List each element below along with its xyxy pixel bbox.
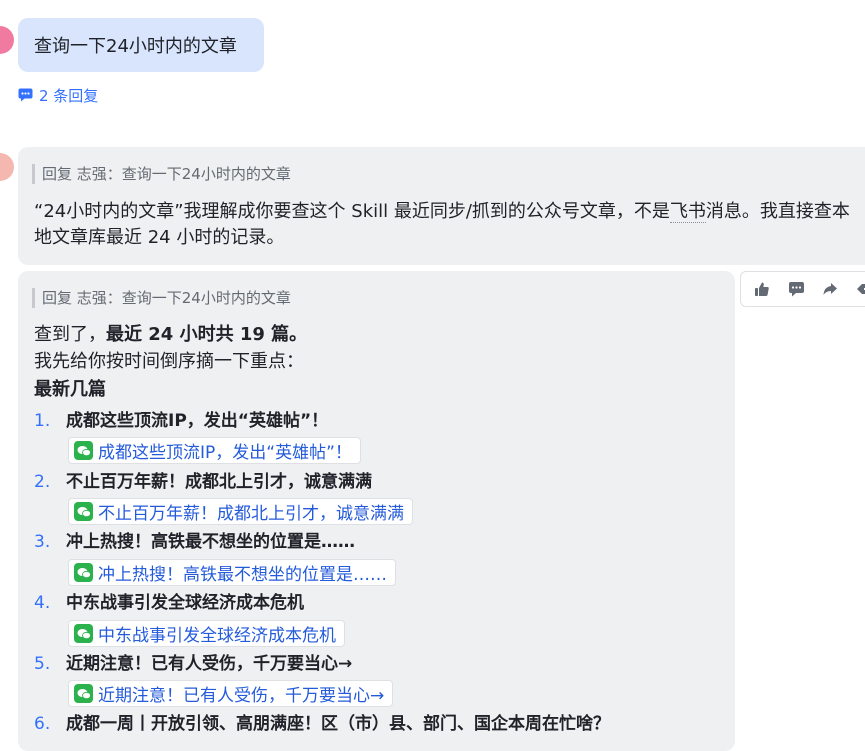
list-number: 2. xyxy=(34,472,51,492)
article-title: 中东战事引发全球经济成本危机 xyxy=(66,593,304,613)
list-number: 3. xyxy=(34,532,51,552)
intro-text: 我先给你按时间倒序摘一下重点： xyxy=(34,351,304,372)
article-link-text: 成都这些顶流IP，发出“英雄帖”！ xyxy=(98,443,352,463)
more-icon[interactable] xyxy=(849,275,865,303)
article-title: 不止百万年薪！成都北上引才，诚意满满 xyxy=(66,472,372,492)
article-link[interactable]: 冲上热搜！高铁最不想坐的位置是…… xyxy=(68,559,396,586)
thread-reply-count-link[interactable]: 2 条回复 xyxy=(18,85,98,105)
found-prefix: 查到了， xyxy=(34,324,106,345)
message-action-toolbar xyxy=(740,271,865,307)
bot-message-2: 回复 志强：查询一下24小时内的文章 查到了，最近 24 小时共 19 篇。 我… xyxy=(18,271,735,751)
bot-message-1: 回复 志强：查询一下24小时内的文章 “24小时内的文章”我理解成你要查这个 S… xyxy=(18,147,865,265)
reply-quote[interactable]: 回复 志强：查询一下24小时内的文章 xyxy=(32,164,291,184)
list-number: 1. xyxy=(34,411,51,431)
wechat-icon xyxy=(74,502,93,521)
article-title: 近期注意！已有人受伤，千万要当心→ xyxy=(66,654,353,674)
thumbs-up-icon[interactable] xyxy=(747,275,777,303)
user-avatar[interactable] xyxy=(0,26,14,54)
reply-quote[interactable]: 回复 志强：查询一下24小时内的文章 xyxy=(32,288,291,308)
reply-thread-icon xyxy=(18,88,33,102)
wechat-icon xyxy=(74,441,93,460)
section-title: 最新几篇 xyxy=(34,379,106,400)
message-text-part: “24小时内的文章”我理解成你要查这个 Skill 最近同步/抓到的公众号文章，… xyxy=(34,201,670,222)
article-link[interactable]: 成都这些顶流IP，发出“英雄帖”！ xyxy=(68,437,361,464)
forward-icon[interactable] xyxy=(815,275,845,303)
wechat-icon xyxy=(74,563,93,582)
article-link-text: 不止百万年薪！成都北上引才，诚意满满 xyxy=(98,504,404,524)
list-number: 4. xyxy=(34,593,51,613)
wechat-icon xyxy=(74,624,93,643)
glossary-term[interactable]: 飞书 xyxy=(669,201,706,223)
bot-avatar[interactable] xyxy=(0,153,14,181)
article-title: 冲上热搜！高铁最不想坐的位置是…… xyxy=(66,532,355,552)
list-number: 5. xyxy=(34,654,51,674)
user-message-text: 查询一下24小时内的文章 xyxy=(34,36,237,57)
found-summary: 查到了，最近 24 小时共 19 篇。 xyxy=(34,323,307,347)
reply-count-label: 2 条回复 xyxy=(39,86,99,105)
user-message-bubble: 查询一下24小时内的文章 xyxy=(18,18,264,72)
list-number: 6. xyxy=(34,714,51,734)
article-link-text: 近期注意！已有人受伤，千万要当心→ xyxy=(98,686,385,706)
article-link[interactable]: 近期注意！已有人受伤，千万要当心→ xyxy=(68,680,394,707)
article-link[interactable]: 不止百万年薪！成都北上引才，诚意满满 xyxy=(68,498,413,525)
article-title: 成都一周丨开放引领、高朋满座！区（市）县、部门、国企本周在忙啥？ xyxy=(66,714,610,734)
article-title: 成都这些顶流IP，发出“英雄帖”！ xyxy=(66,411,329,431)
bot-message-1-text: “24小时内的文章”我理解成你要查这个 Skill 最近同步/抓到的公众号文章，… xyxy=(34,199,864,251)
article-link-text: 中东战事引发全球经济成本危机 xyxy=(98,626,336,646)
found-count: 最近 24 小时共 19 篇。 xyxy=(106,324,308,345)
comment-icon[interactable] xyxy=(781,275,811,303)
article-link[interactable]: 中东战事引发全球经济成本危机 xyxy=(68,620,345,647)
article-link-text: 冲上热搜！高铁最不想坐的位置是…… xyxy=(98,565,387,585)
wechat-icon xyxy=(74,684,93,703)
